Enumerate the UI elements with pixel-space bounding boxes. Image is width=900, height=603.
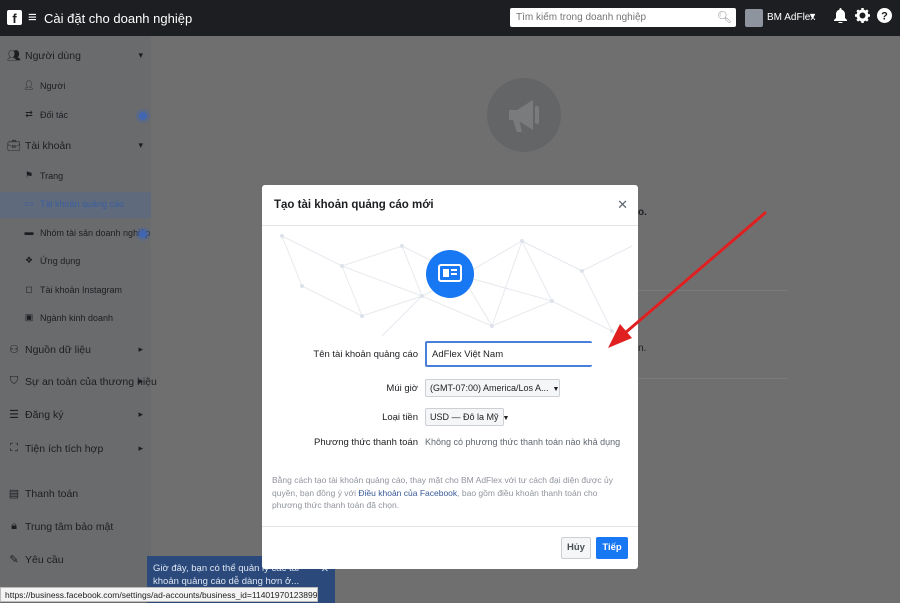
sidebar-item-label: Trang [40, 171, 64, 181]
sidebar-section-integrations[interactable]: ⛶ Tiện ích tích hợp ▸ [0, 437, 151, 463]
ad-account-name-label: Tên tài khoản quảng cáo [313, 349, 418, 360]
next-button[interactable]: Tiếp [596, 537, 628, 559]
notification-dot [139, 230, 147, 238]
sidebar: 👥︎ Người dùng ▾ 👤︎ Người ⇄ Đối tác 💼︎ Tà… [0, 36, 157, 603]
sidebar-item-instagram-accounts[interactable]: ◻ Tài khoản Instagram [0, 278, 151, 304]
chevron-right-icon[interactable]: ▸ [138, 376, 143, 387]
facebook-logo[interactable]: f [7, 10, 22, 26]
annotation-arrow [608, 211, 767, 348]
sidebar-item-label: Tài khoản quảng cáo [40, 199, 125, 209]
ad-account-name-field[interactable] [425, 341, 592, 367]
search-input[interactable] [510, 8, 722, 27]
sidebar-item-partners[interactable]: ⇄ Đối tác [0, 103, 151, 129]
timezone-label: Múi giờ [386, 383, 418, 394]
sidebar-item-label: Đối tác [40, 110, 69, 120]
sidebar-item-label: Đăng ký [25, 409, 64, 421]
sidebar-item-business-asset-groups[interactable]: ▬ Nhóm tài sản doanh nghiệp [0, 221, 151, 247]
person-icon: 👤︎ [23, 80, 35, 90]
dialog-header: Tạo tài khoản quảng cáo mới ✕ [262, 185, 638, 226]
users-icon: 👥︎ [7, 50, 21, 62]
sidebar-section-brand-safety[interactable]: ⛉ Sự an toàn của thương hiệu ▸ [0, 370, 157, 396]
bell-icon[interactable] [834, 8, 847, 27]
sidebar-item-label: Ứng dụng [40, 256, 81, 266]
timezone-value: (GMT-07:00) America/Los A... [430, 383, 549, 393]
dialog-title: Tạo tài khoản quảng cáo mới [274, 199, 434, 211]
sidebar-item-label: Nhóm tài sản doanh nghiệp [40, 228, 151, 238]
divider [638, 378, 788, 379]
sidebar-section-accounts[interactable]: 💼︎ Tài khoản ▾ [0, 134, 151, 160]
sidebar-item-people[interactable]: 👤︎ Người [0, 74, 151, 100]
data-sources-icon: ⚇ [9, 344, 19, 356]
chevron-down-icon[interactable]: ▾ [138, 50, 143, 61]
currency-value: USD — Đô la Mỹ [430, 412, 499, 422]
chevron-right-icon[interactable]: ▸ [138, 409, 143, 420]
chevron-right-icon[interactable]: ▸ [138, 443, 143, 454]
briefcase-icon: 💼︎ [7, 140, 21, 152]
apps-icon: ❖ [24, 255, 34, 265]
flag-icon: ⚑ [24, 170, 34, 180]
create-ad-account-dialog: Tạo tài khoản quảng cáo mới ✕ Tên tài kh… [262, 185, 638, 569]
lock-icon: 🔒︎ [11, 520, 17, 532]
search-box[interactable]: 🔍︎ [510, 8, 736, 27]
sidebar-item-label: Tiện ích tích hợp [25, 443, 104, 455]
sidebar-item-security-center[interactable]: 🔒︎ Trung tâm bảo mật [0, 515, 151, 541]
partner-icon: ⇄ [25, 109, 33, 119]
sidebar-item-label: Người dùng [25, 50, 81, 62]
sidebar-item-label: Nguồn dữ liệu [25, 344, 91, 356]
ad-account-icon [426, 250, 474, 298]
timezone-select[interactable]: (GMT-07:00) America/Los A... ▼ [425, 379, 560, 397]
payments-icon: ▤ [8, 488, 20, 500]
briefcase-icon: ▣ [24, 312, 34, 322]
business-avatar[interactable] [745, 9, 763, 27]
terms-text: Bằng cách tạo tài khoản quảng cáo, thay … [272, 474, 624, 512]
sidebar-item-label: Tài khoản Instagram [40, 285, 123, 295]
cancel-button[interactable]: Hủy [561, 537, 591, 559]
chevron-down-icon: ▼ [552, 386, 560, 393]
instagram-icon: ◻ [25, 284, 33, 294]
sidebar-section-users[interactable]: 👥︎ Người dùng ▾ [0, 44, 151, 70]
ad-account-icon: ▭ [24, 198, 34, 208]
sidebar-item-ad-accounts[interactable]: ▭ Tài khoản quảng cáo [0, 192, 151, 218]
svg-text:?: ? [881, 11, 888, 23]
help-icon[interactable]: ? [877, 8, 892, 27]
sidebar-item-label: Yêu cầu [25, 554, 64, 566]
integrations-icon: ⛶ [10, 442, 18, 454]
hamburger-menu-icon[interactable]: ≡ [28, 9, 37, 26]
sidebar-item-label: Ngành kinh doanh [40, 313, 114, 323]
chevron-down-icon: ▼ [502, 415, 510, 422]
top-bar: f ≡ Cài đặt cho doanh nghiệp 🔍︎ BM AdFle… [0, 0, 900, 36]
terms-link[interactable]: Điều khoản của Facebook [358, 488, 457, 498]
page-title: Cài đặt cho doanh nghiệp [44, 11, 193, 26]
sidebar-item-lines-of-business[interactable]: ▣ Ngành kinh doanh [0, 306, 151, 332]
payment-method-label: Phương thức thanh toán [314, 437, 418, 448]
folder-icon: ▬ [24, 227, 34, 237]
sidebar-item-requests[interactable]: ✎ Yêu cầu [0, 548, 151, 574]
search-icon[interactable]: 🔍︎ [717, 10, 732, 24]
sidebar-section-data-sources[interactable]: ⚇ Nguồn dữ liệu ▸ [0, 338, 151, 364]
sidebar-item-pages[interactable]: ⚑ Trang [0, 164, 151, 190]
sidebar-item-label: Trung tâm bảo mật [25, 521, 114, 533]
sidebar-item-label: Thanh toán [25, 488, 79, 500]
ad-account-name-input[interactable] [427, 343, 592, 365]
sidebar-item-label: Tài khoản [25, 140, 72, 152]
status-bar-url: https://business.facebook.com/settings/a… [0, 587, 318, 602]
chevron-down-icon[interactable]: ▾ [138, 140, 143, 151]
registration-icon: ☰ [9, 409, 19, 421]
chevron-down-icon[interactable]: ▼ [808, 11, 817, 21]
dialog-footer-divider [262, 526, 638, 527]
currency-label: Loại tiền [382, 412, 418, 423]
sidebar-item-apps[interactable]: ❖ Ứng dụng [0, 249, 151, 275]
sidebar-item-label: Sự an toàn của thương hiệu [25, 376, 157, 388]
payment-method-value: Không có phương thức thanh toán nào khả … [425, 437, 621, 447]
sidebar-item-payments[interactable]: ▤ Thanh toán [0, 482, 151, 508]
currency-select[interactable]: USD — Đô la Mỹ ▼ [425, 408, 509, 426]
request-icon: ✎ [9, 554, 19, 566]
sidebar-item-label: Người [40, 81, 66, 91]
notification-dot [139, 112, 147, 120]
chevron-right-icon[interactable]: ▸ [138, 344, 143, 355]
shield-icon: ⛉ [9, 375, 19, 387]
sidebar-section-registration[interactable]: ☰ Đăng ký ▸ [0, 403, 151, 429]
gear-icon[interactable] [855, 8, 870, 27]
megaphone-illustration [487, 78, 561, 152]
